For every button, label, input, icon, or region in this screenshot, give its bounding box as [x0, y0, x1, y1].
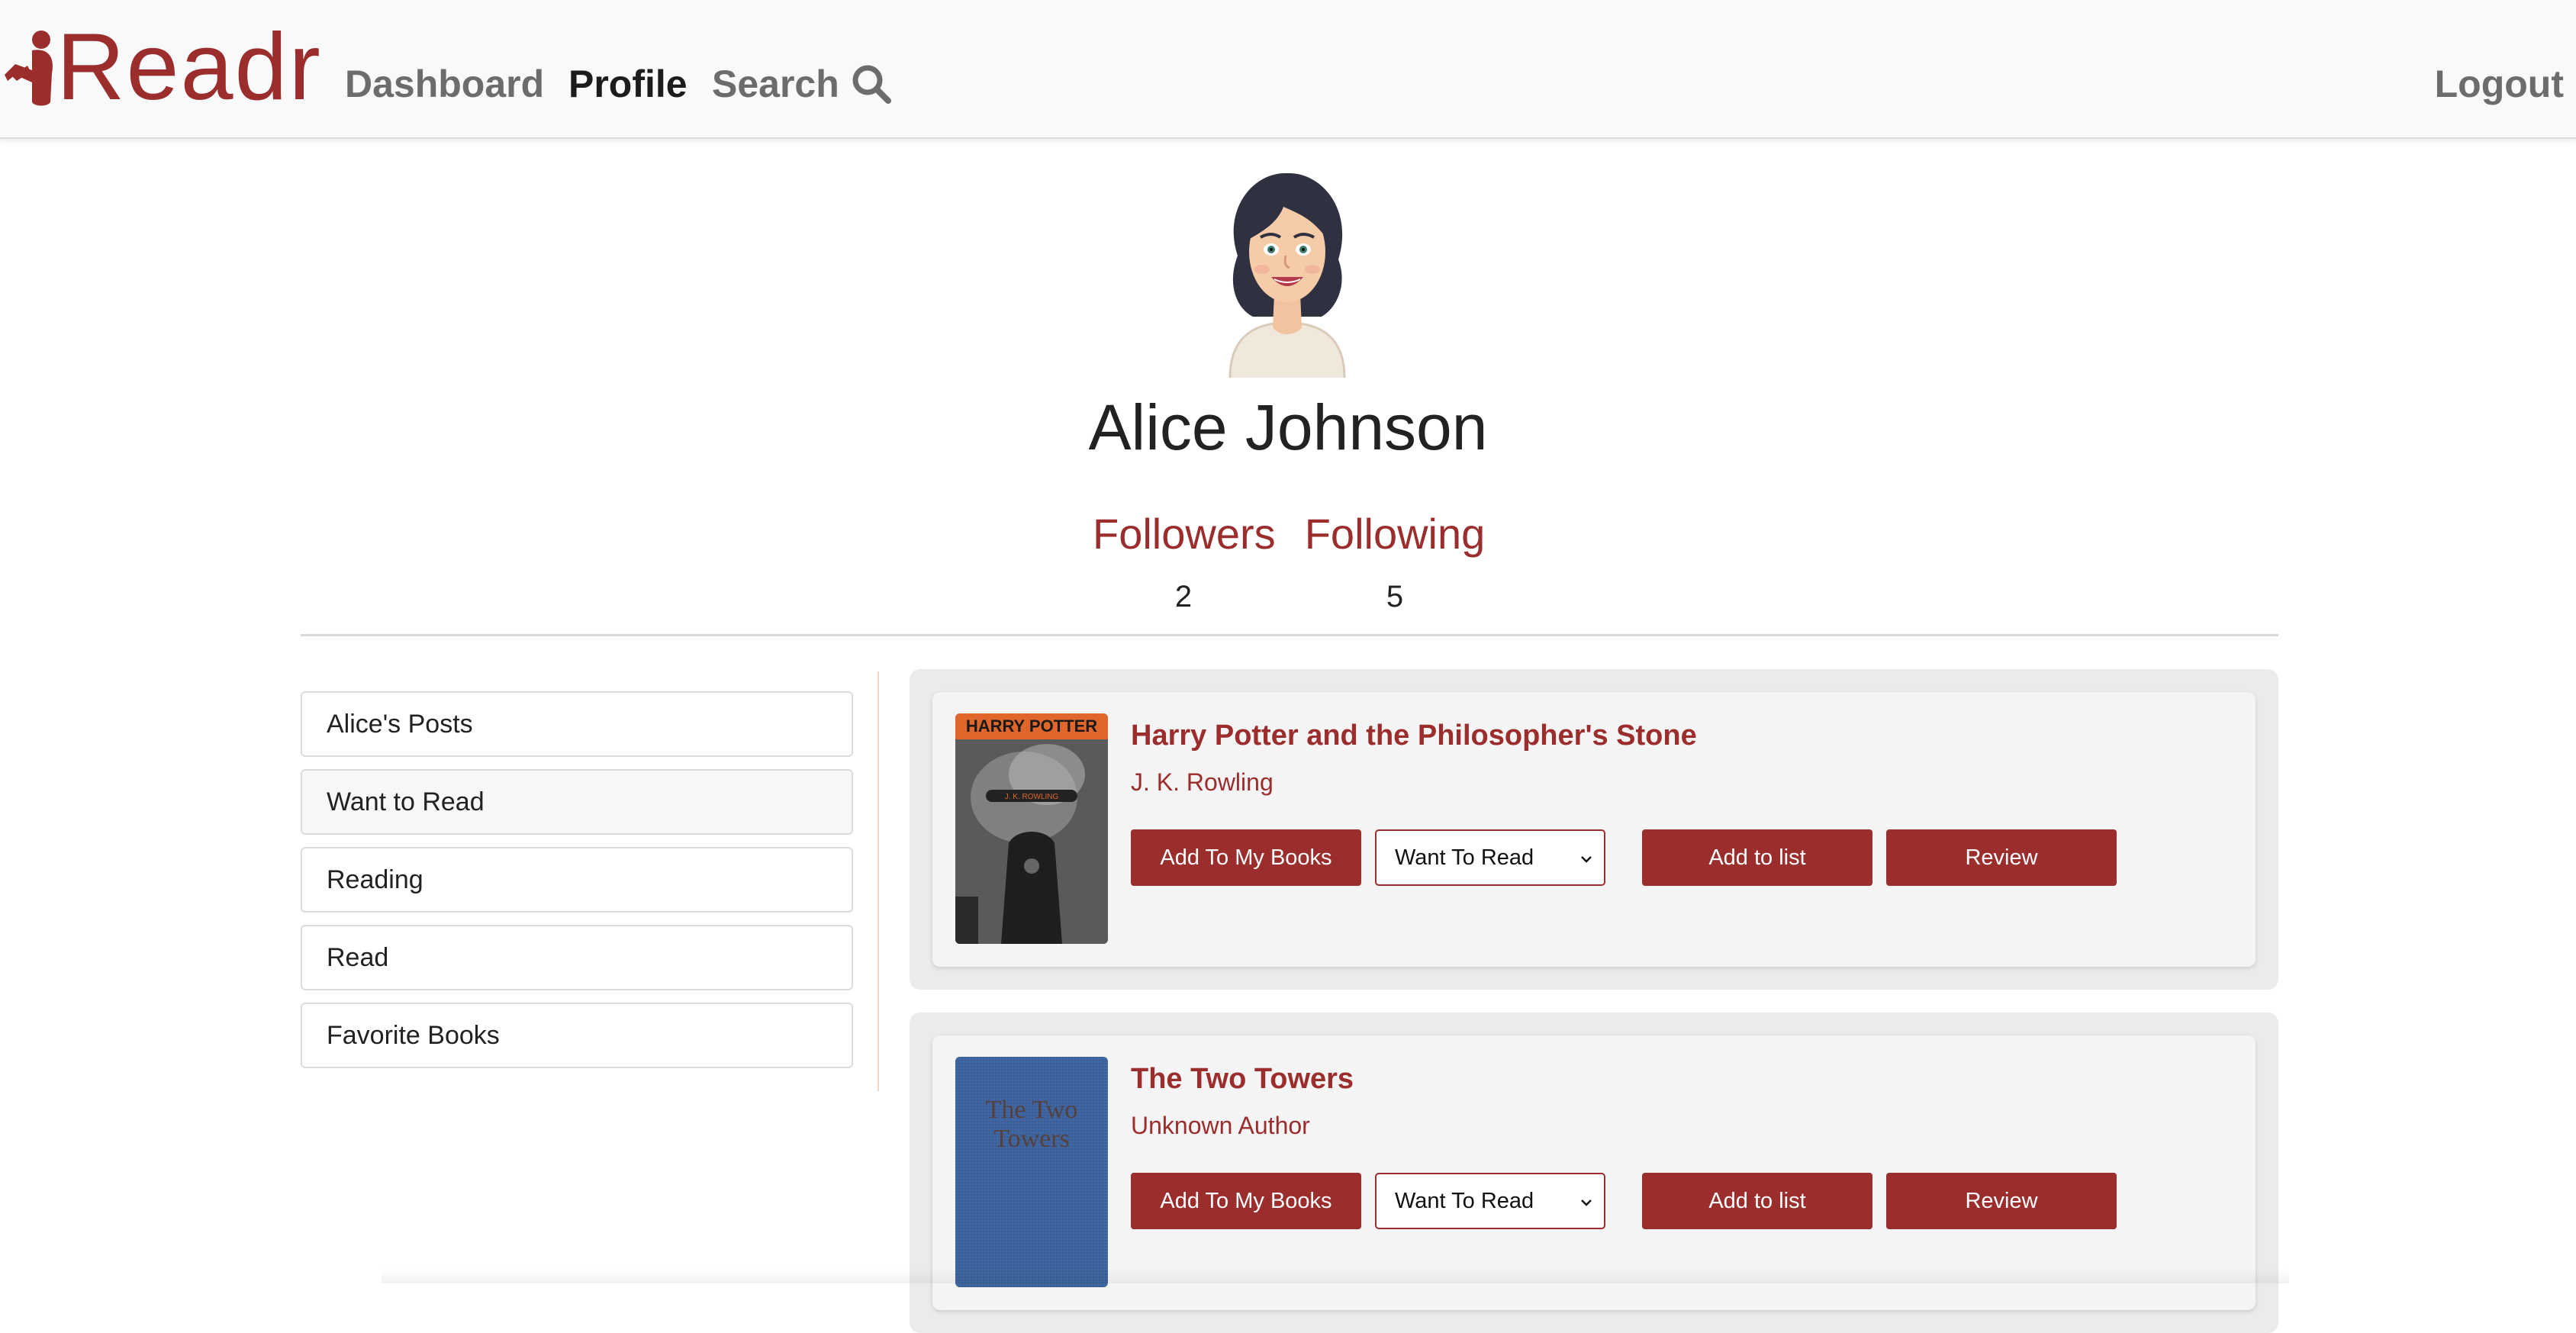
- add-to-list-button[interactable]: Add to list: [1642, 829, 1872, 886]
- book-title[interactable]: The Two Towers: [1131, 1060, 1354, 1098]
- add-to-list-button[interactable]: Add to list: [1642, 1173, 1872, 1229]
- following-count: 5: [1386, 580, 1404, 613]
- sidebar-item-read[interactable]: Read: [301, 925, 853, 990]
- book-cover-image[interactable]: HARRY POTTER J. K. ROWLING: [955, 713, 1108, 944]
- book-author[interactable]: J. K. Rowling: [1131, 765, 1274, 799]
- followers-label[interactable]: Followers: [1093, 507, 1276, 561]
- sidebar-item-posts[interactable]: Alice's Posts: [301, 691, 853, 757]
- sidebar-separator: [877, 671, 879, 1091]
- book-author[interactable]: Unknown Author: [1131, 1109, 1310, 1142]
- book-entry: The Two Towers The Two Towers Unknown Au…: [910, 1013, 2278, 1333]
- book-card: HARRY POTTER J. K. ROWLING Harry Potter …: [932, 692, 2256, 967]
- reading-status-value: Want To Read: [1395, 845, 1534, 870]
- nav-dashboard[interactable]: Dashboard: [345, 61, 544, 107]
- add-to-my-books-button[interactable]: Add To My Books: [1131, 829, 1361, 886]
- nav-profile[interactable]: Profile: [568, 61, 687, 107]
- brand-logo[interactable]: Readr: [5, 14, 322, 120]
- chevron-down-icon: [1581, 856, 1592, 863]
- scroll-fade: [382, 1268, 2289, 1283]
- book-cover-image[interactable]: The Two Towers: [955, 1057, 1108, 1287]
- reading-status-value: Want To Read: [1395, 1188, 1534, 1213]
- top-navbar: Readr Dashboard Profile Search Logout: [0, 0, 2576, 139]
- chevron-down-icon: [1581, 1199, 1592, 1206]
- reader-figure-icon: [5, 31, 53, 106]
- profile-avatar: [1228, 172, 1346, 378]
- review-button[interactable]: Review: [1886, 829, 2117, 886]
- reading-status-select[interactable]: Want To Read: [1375, 1173, 1605, 1229]
- search-icon: [852, 65, 891, 104]
- following-label[interactable]: Following: [1304, 507, 1486, 561]
- following-stat[interactable]: Following 5: [1304, 507, 1486, 616]
- nav-search-label: Search: [712, 63, 839, 105]
- followers-stat[interactable]: Followers 2: [1093, 507, 1276, 616]
- profile-name: Alice Johnson: [1088, 391, 1488, 463]
- section-divider: [301, 634, 2278, 636]
- sidebar-item-want-to-read[interactable]: Want to Read: [301, 769, 853, 835]
- sidebar-item-reading[interactable]: Reading: [301, 847, 853, 913]
- sidebar-item-favorite-books[interactable]: Favorite Books: [301, 1003, 853, 1068]
- followers-count: 2: [1174, 580, 1193, 613]
- review-button[interactable]: Review: [1886, 1173, 2117, 1229]
- shelf-sidebar: Alice's Posts Want to Read Reading Read …: [301, 691, 853, 1080]
- add-to-my-books-button[interactable]: Add To My Books: [1131, 1173, 1361, 1229]
- book-entry: HARRY POTTER J. K. ROWLING Harry Potter …: [910, 669, 2278, 990]
- svg-text:HARRY POTTER: HARRY POTTER: [966, 716, 1097, 736]
- book-title[interactable]: Harry Potter and the Philosopher's Stone: [1131, 716, 1697, 755]
- svg-text:The Two: The Two: [986, 1096, 1078, 1124]
- brand-name: Readr: [56, 14, 322, 120]
- nav-search[interactable]: Search: [712, 61, 893, 107]
- reading-status-select[interactable]: Want To Read: [1375, 829, 1605, 886]
- svg-text:Towers: Towers: [993, 1125, 1070, 1153]
- svg-text:J. K. ROWLING: J. K. ROWLING: [1005, 793, 1059, 801]
- nav-logout[interactable]: Logout: [2435, 61, 2564, 107]
